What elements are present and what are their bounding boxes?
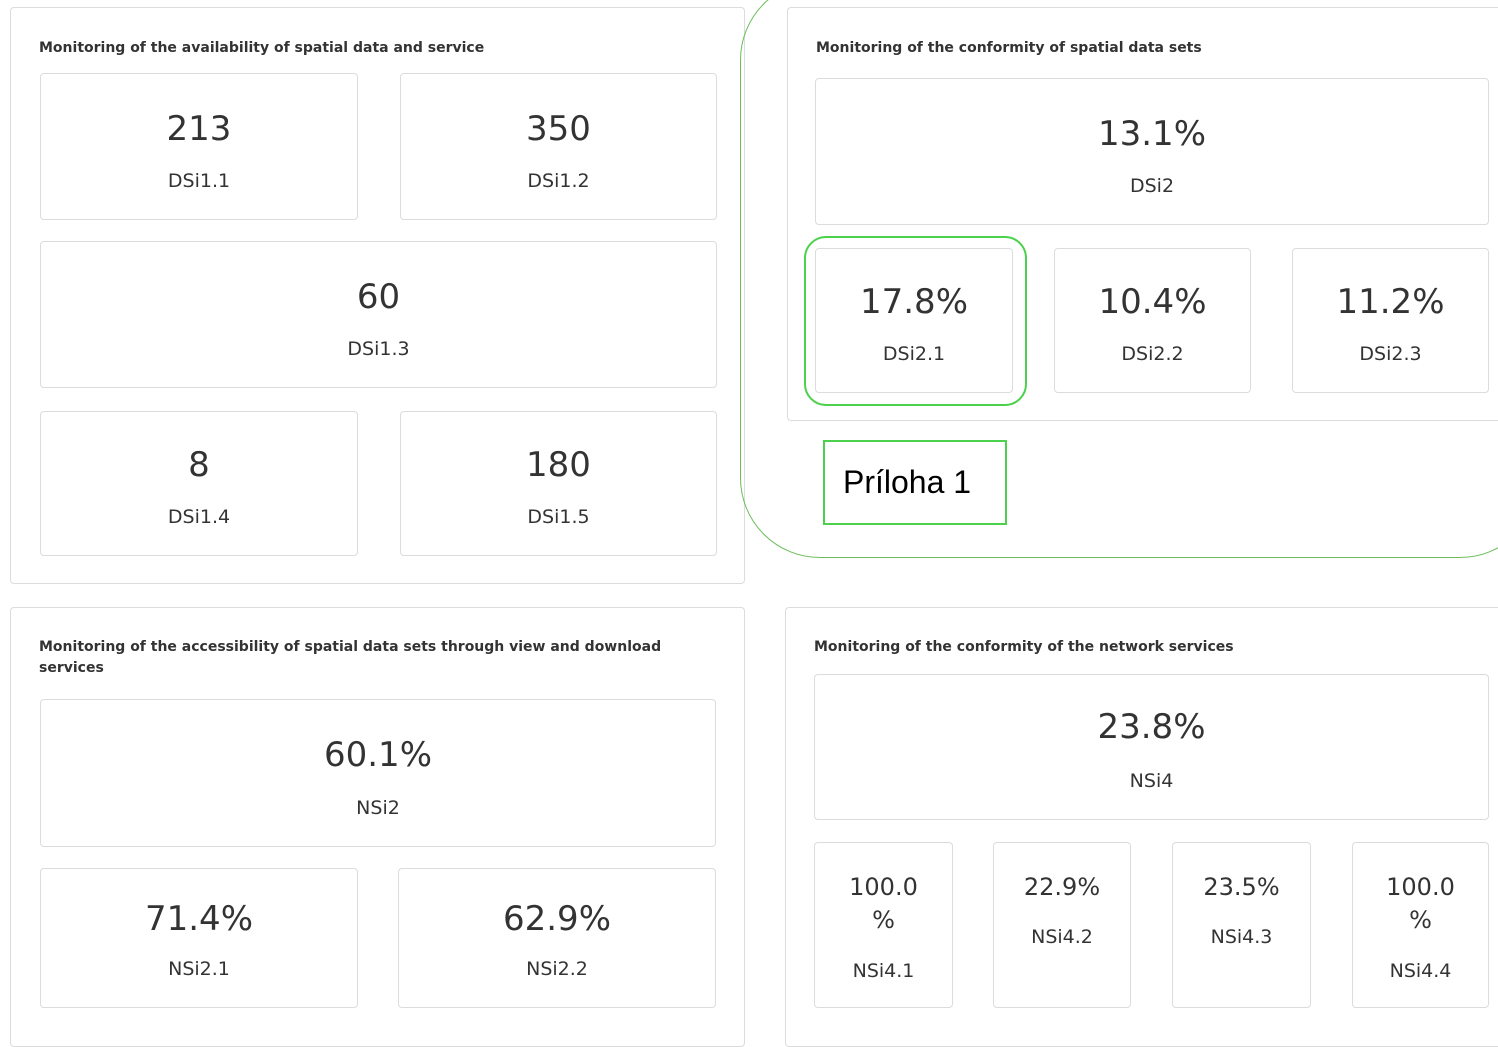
kpi-value: 11.2% [1336, 282, 1445, 322]
kpi-card-dsi1-1[interactable]: 213 DSi1.1 [40, 73, 358, 220]
kpi-value: 10.4% [1098, 282, 1207, 322]
kpi-value-line2: % [1409, 906, 1432, 934]
kpi-card-nsi4-1[interactable]: 100.0 % NSi4.1 [814, 842, 953, 1008]
kpi-label: DSi1.2 [527, 170, 590, 192]
kpi-card-dsi1-4[interactable]: 8 DSi1.4 [40, 411, 358, 556]
kpi-value: 8 [188, 445, 210, 485]
kpi-card-dsi2-3[interactable]: 11.2% DSi2.3 [1292, 248, 1489, 393]
availability-panel: Monitoring of the availability of spatia… [10, 7, 745, 584]
kpi-label: NSi4.3 [1210, 926, 1273, 948]
kpi-value-line2: % [872, 906, 895, 934]
kpi-value: 180 [526, 445, 591, 485]
kpi-card-dsi1-5[interactable]: 180 DSi1.5 [400, 411, 717, 556]
kpi-card-nsi4-3[interactable]: 23.5% NSi4.3 [1172, 842, 1311, 1008]
kpi-value-line1: 100.0 [1386, 873, 1455, 901]
kpi-value: 60.1% [323, 735, 432, 775]
kpi-value-line1: 100.0 [849, 873, 918, 901]
kpi-card-dsi2-2[interactable]: 10.4% DSi2.2 [1054, 248, 1251, 393]
kpi-card-dsi2[interactable]: 13.1% DSi2 [815, 78, 1489, 225]
kpi-label: DSi2 [1129, 175, 1175, 197]
conformity-services-panel: Monitoring of the conformity of the netw… [785, 607, 1498, 1047]
kpi-label: DSi2.2 [1121, 343, 1184, 365]
kpi-value: 62.9% [502, 899, 611, 939]
kpi-label: NSi2.1 [168, 958, 230, 980]
kpi-card-nsi4-4[interactable]: 100.0 % NSi4.4 [1352, 842, 1489, 1008]
kpi-value: 350 [526, 109, 591, 149]
panel-title: Monitoring of the accessibility of spati… [39, 639, 662, 676]
kpi-label: DSi1.5 [527, 506, 590, 528]
kpi-label: NSi2 [356, 797, 400, 819]
kpi-value: 23.8% [1097, 707, 1206, 747]
kpi-card-dsi2-1[interactable]: 17.8% DSi2.1 [815, 248, 1013, 393]
kpi-value: 13.1% [1097, 114, 1206, 154]
kpi-label: DSi1.3 [347, 338, 410, 360]
panel-title: Monitoring of the conformity of the netw… [814, 639, 1234, 655]
kpi-label: DSi1.1 [167, 170, 231, 192]
kpi-label: NSi4.2 [1031, 926, 1093, 948]
annotation-label: Príloha 1 [823, 440, 1007, 525]
kpi-label: DSi2.1 [882, 343, 946, 365]
kpi-label: NSi2.2 [526, 958, 588, 980]
conformity-datasets-panel: Monitoring of the conformity of spatial … [787, 7, 1498, 421]
kpi-value: 17.8% [859, 282, 968, 322]
accessibility-panel: Monitoring of the accessibility of spati… [10, 607, 745, 1047]
panel-title: Monitoring of the availability of spatia… [39, 40, 485, 56]
kpi-card-nsi4[interactable]: 23.8% NSi4 [814, 674, 1489, 820]
kpi-value: 71.4% [144, 899, 253, 939]
kpi-card-nsi2-1[interactable]: 71.4% NSi2.1 [40, 868, 358, 1008]
kpi-label: DSi1.4 [167, 506, 231, 528]
kpi-card-dsi1-2[interactable]: 350 DSi1.2 [400, 73, 717, 220]
kpi-value: 22.9% [1023, 873, 1101, 901]
kpi-card-nsi4-2[interactable]: 22.9% NSi4.2 [993, 842, 1131, 1008]
kpi-value: 213 [166, 109, 232, 149]
kpi-card-nsi2-2[interactable]: 62.9% NSi2.2 [398, 868, 716, 1008]
kpi-label: DSi2.3 [1359, 343, 1422, 365]
panel-title: Monitoring of the conformity of spatial … [816, 40, 1202, 56]
kpi-label: NSi4.4 [1389, 960, 1452, 982]
kpi-label: NSi4.1 [852, 960, 915, 982]
kpi-card-dsi1-3[interactable]: 60 DSi1.3 [40, 241, 717, 388]
kpi-value: 60 [356, 277, 401, 317]
kpi-value: 23.5% [1203, 873, 1280, 901]
kpi-card-nsi2[interactable]: 60.1% NSi2 [40, 699, 716, 847]
kpi-label: NSi4 [1129, 770, 1174, 792]
